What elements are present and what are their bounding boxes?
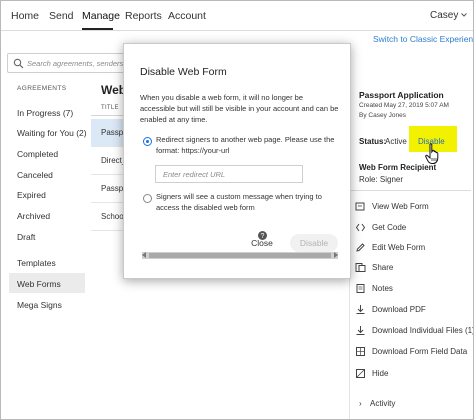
scrollbar-thumb[interactable] — [149, 253, 331, 258]
close-button[interactable]: Close — [244, 235, 280, 251]
top-nav: Home Send Manage Reports Account Casey — [1, 1, 473, 31]
custom-message-radio[interactable] — [143, 194, 152, 203]
nav-reports[interactable]: Reports — [125, 10, 162, 22]
custom-message-option-label: Signers will see a custom message when t… — [156, 192, 322, 212]
chevron-down-icon[interactable] — [460, 11, 468, 19]
nav-account[interactable]: Account — [168, 10, 206, 22]
dialog-title: Disable Web Form — [140, 66, 227, 78]
nav-manage[interactable]: Manage — [82, 10, 120, 22]
disable-web-form-dialog: Disable Web Form When you disable a web … — [123, 43, 351, 279]
horizontal-scrollbar[interactable] — [142, 252, 338, 259]
nav-send[interactable]: Send — [49, 10, 74, 22]
redirect-url-input[interactable] — [155, 165, 303, 183]
dialog-description: When you disable a web form, it will no … — [140, 93, 339, 124]
nav-home[interactable]: Home — [11, 10, 39, 22]
nav-active-indicator — [82, 28, 113, 30]
user-menu[interactable]: Casey — [430, 10, 458, 21]
disable-button[interactable]: Disable — [290, 234, 338, 252]
app-window: Home Send Manage Reports Account Casey S… — [0, 0, 474, 420]
redirect-radio[interactable] — [143, 137, 152, 146]
redirect-option-label: Redirect signers to another web page. Pl… — [156, 135, 335, 155]
